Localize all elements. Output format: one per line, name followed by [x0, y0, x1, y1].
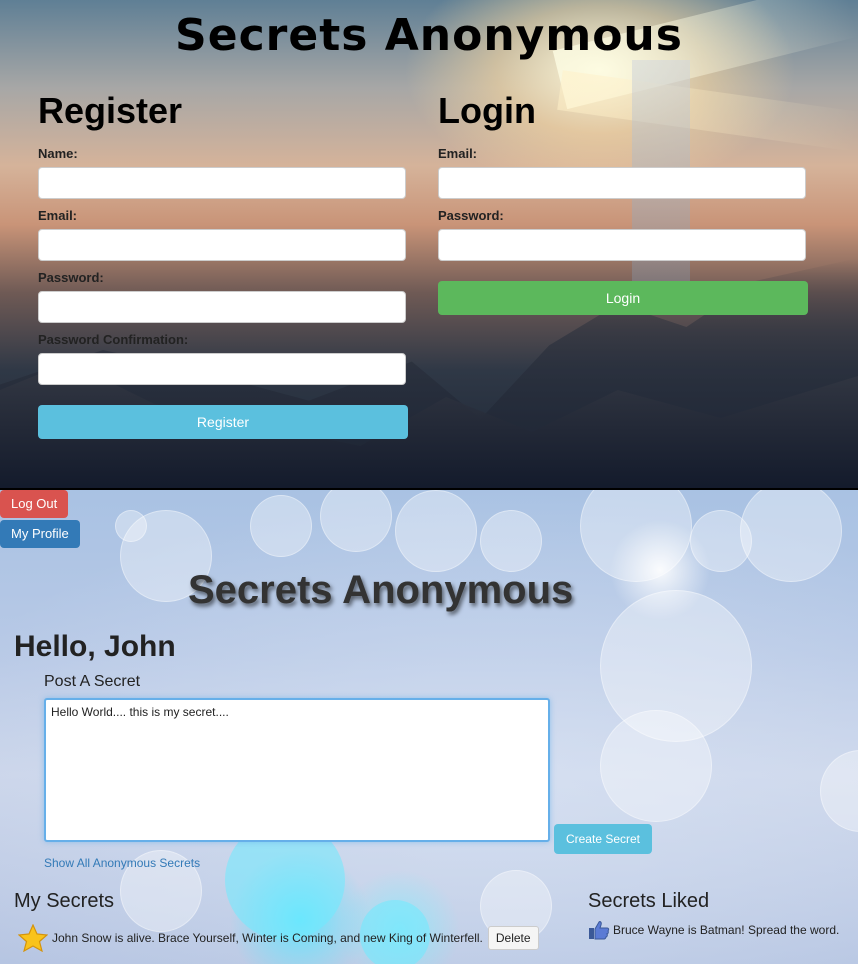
greeting: Hello, John	[14, 630, 176, 663]
login-form: Login Email: Password: Login	[438, 90, 808, 315]
list-item: John Snow is alive. Brace Yourself, Wint…	[17, 923, 539, 953]
secret-text: John Snow is alive. Brace Yourself, Wint…	[52, 931, 483, 945]
liked-secret-text: Bruce Wayne is Batman! Spread the word.	[613, 923, 840, 937]
secret-textarea[interactable]: Hello World.... this is my secret....	[44, 698, 550, 842]
bokeh-circle	[320, 490, 392, 552]
bokeh-circle	[395, 490, 477, 572]
list-item: Bruce Wayne is Batman! Spread the word.	[588, 920, 839, 940]
login-heading: Login	[438, 90, 536, 131]
email-field[interactable]	[38, 229, 406, 261]
password-confirmation-label: Password Confirmation:	[38, 332, 189, 347]
bokeh-circle	[580, 490, 692, 582]
password-label: Password:	[38, 270, 104, 285]
my-profile-button[interactable]: My Profile	[0, 520, 80, 548]
bokeh-circle	[740, 490, 842, 582]
delete-button[interactable]: Delete	[487, 926, 539, 950]
page-title: Secrets Anonymous	[175, 10, 683, 61]
page-title: Secrets Anonymous	[188, 568, 574, 612]
register-form: Register Name: Email: Password: Password…	[38, 90, 408, 439]
login-button[interactable]: Login	[438, 281, 808, 315]
bokeh-circle	[820, 750, 858, 832]
dashboard-page: Log Out My Profile Secrets Anonymous Hel…	[0, 490, 858, 964]
star-icon	[17, 923, 49, 953]
thumbs-up-icon	[588, 920, 610, 940]
bokeh-circle	[600, 710, 712, 822]
login-email-label: Email:	[438, 146, 478, 161]
my-secrets-heading: My Secrets	[14, 890, 115, 912]
auth-page: Secrets Anonymous Register Name: Email: …	[0, 0, 858, 488]
post-secret-label: Post A Secret	[44, 673, 141, 690]
name-field[interactable]	[38, 167, 406, 199]
register-heading: Register	[38, 90, 183, 131]
login-password-label: Password:	[438, 208, 504, 223]
login-password-field[interactable]	[438, 229, 806, 261]
logout-button[interactable]: Log Out	[0, 490, 69, 518]
password-field[interactable]	[38, 291, 406, 323]
email-label: Email:	[38, 208, 78, 223]
password-confirmation-field[interactable]	[38, 353, 406, 385]
name-label: Name:	[38, 146, 78, 161]
secrets-liked-heading: Secrets Liked	[588, 890, 710, 912]
bokeh-circle	[115, 510, 147, 542]
bokeh-circle	[480, 510, 542, 572]
login-email-field[interactable]	[438, 167, 806, 199]
register-button[interactable]: Register	[38, 405, 408, 439]
bokeh-circle	[250, 495, 312, 557]
show-all-secrets-link[interactable]: Show All Anonymous Secrets	[44, 856, 200, 870]
create-secret-button[interactable]: Create Secret	[554, 824, 652, 854]
